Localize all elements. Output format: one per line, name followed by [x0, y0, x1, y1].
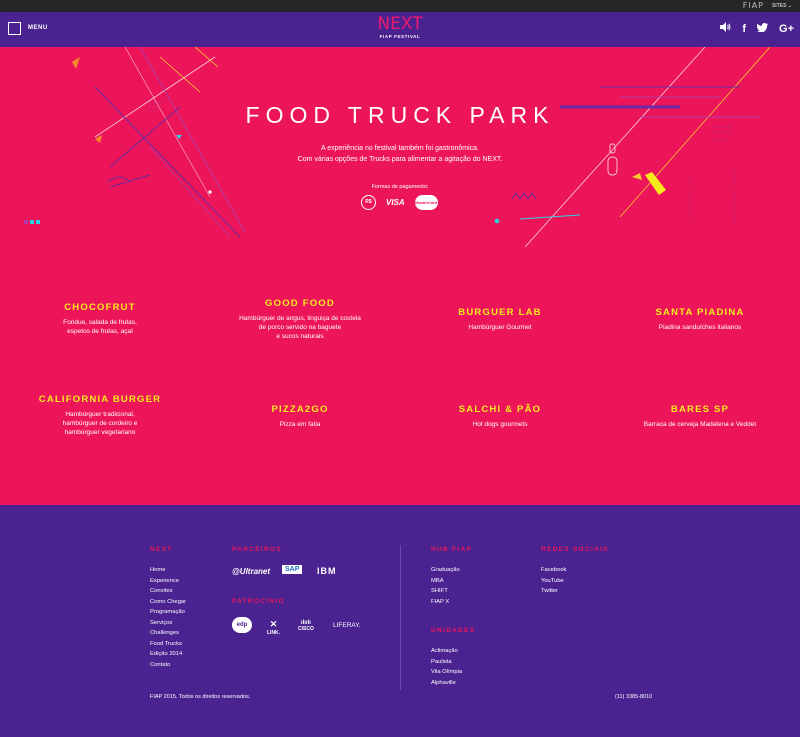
footer-next-links: Home Experience Convites Como Chegar Pro… — [150, 565, 186, 670]
footer-parceiros-heading: PARCEIROS — [232, 546, 282, 553]
payment-methods: R$ VISA MasterCard — [361, 195, 438, 210]
footer-hub-links: Graduação MBA SHIFT FIAP X — [431, 565, 460, 607]
truck-name: SALCHI & PÃO — [458, 404, 542, 415]
truck-description: Hambúrguer tradicional, hambúrguer de co… — [62, 411, 138, 436]
footer-link-como-chegar[interactable]: Como Chegar — [150, 597, 186, 608]
truck-description: Hambúrguer de angus, linguiça de costela… — [239, 315, 361, 340]
food-truck-hero: FOOD TRUCK PARK A experiência no festiva… — [0, 47, 800, 505]
liferay-logo[interactable]: LIFERAY. — [333, 622, 361, 629]
footer-link-food-trucks[interactable]: Food Trucks — [150, 639, 186, 650]
truck-card-burguer-lab: BURGUER LAB Hambúrguer Gourmet — [400, 307, 600, 332]
footer-link-graduacao[interactable]: Graduação — [431, 565, 460, 576]
footer-divider — [400, 545, 401, 690]
footer-link-shift[interactable]: SHIFT — [431, 586, 460, 597]
next-logo[interactable]: NEXT FIAP FESTIVAL — [372, 15, 428, 39]
page-title: FOOD TRUCK PARK — [245, 102, 555, 128]
truck-card-pizza2go: PIZZA2GO Pizza em fatia — [200, 404, 400, 429]
hero-description-line-1: A experiência no festival também foi gas… — [321, 145, 479, 152]
link-logo[interactable]: ✕ LINK. — [267, 619, 280, 636]
truck-name: SANTA PIADINA — [655, 307, 745, 318]
footer-link-contato[interactable]: Contato — [150, 660, 186, 671]
header-icons: f G+ — [720, 22, 794, 35]
truck-description: Barraca de cerveja Madalena e Veddet — [643, 421, 757, 428]
logo-sub: FIAP FESTIVAL — [379, 34, 421, 39]
sap-logo[interactable]: SAP — [282, 565, 303, 574]
link-logo-mark: ✕ — [269, 619, 278, 629]
truck-card-santa-piadina: SANTA PIADINA Piadina sanduíches italian… — [600, 307, 800, 332]
truck-name: CALIFORNIA BURGER — [38, 394, 162, 405]
truck-name: GOOD FOOD — [265, 298, 335, 309]
edp-logo[interactable]: edp — [232, 617, 252, 633]
truck-description: Pizza em fatia — [279, 421, 321, 428]
cisco-logo[interactable]: ılıılı CISCO — [298, 620, 314, 632]
truck-name: CHOCOFRUT — [64, 302, 136, 313]
truck-description: Hot dogs gourmets — [472, 421, 528, 428]
truck-card-chocofrut: CHOCOFRUT Fondue, salada de frutas, espe… — [0, 302, 200, 336]
truck-card-california-burger: CALIFORNIA BURGER Hambúrguer tradicional… — [0, 394, 200, 437]
google-plus-icon[interactable]: G+ — [779, 23, 794, 35]
footer-link-vila-olimpia[interactable]: Vila Olímpia — [431, 667, 462, 678]
truck-card-salchi-pao: SALCHI & PÃO Hot dogs gourmets — [400, 404, 600, 429]
footer-hub-heading: HUB FIAP — [431, 546, 473, 553]
hero-description-line-2: Com várias opções de Trucks para aliment… — [297, 156, 503, 163]
footer-unidades-heading: UNIDADES — [431, 627, 476, 634]
copyright: FIAP 2015. Todos os direitos reservados. — [150, 694, 251, 700]
mastercard-icon: MasterCard — [414, 195, 438, 210]
payment-label: Formas de pagamento: — [371, 184, 429, 190]
truck-name: PIZZA2GO — [271, 404, 329, 415]
footer-link-youtube[interactable]: YouTube — [541, 576, 566, 587]
visa-icon: VISA — [386, 198, 405, 207]
truck-description: Hambúrguer Gourmet — [468, 324, 532, 331]
ibm-logo[interactable]: IBM — [317, 566, 337, 576]
footer-next-heading: NEXT — [150, 546, 173, 553]
footer-link-servicos[interactable]: Serviços — [150, 618, 186, 629]
footer-unidades-links: Aclimação Paulista Vila Olímpia Alphavil… — [431, 646, 462, 688]
header: MENU NEXT FIAP FESTIVAL f G+ — [0, 12, 800, 47]
footer-link-fiap-x[interactable]: FIAP X — [431, 597, 460, 608]
footer: NEXT Home Experience Convites Como Chega… — [0, 505, 800, 737]
speaker-icon[interactable] — [720, 22, 731, 35]
menu-icon[interactable] — [8, 22, 21, 35]
truck-name: BURGUER LAB — [458, 307, 542, 318]
cisco-logo-text: CISCO — [298, 626, 314, 632]
truck-description: Fondue, salada de frutas, espetos de fru… — [63, 319, 137, 335]
footer-link-programacao[interactable]: Programação — [150, 607, 186, 618]
footer-link-mba[interactable]: MBA — [431, 576, 460, 587]
footer-link-aclimacao[interactable]: Aclimação — [431, 646, 462, 657]
facebook-icon[interactable]: f — [742, 23, 746, 35]
fiap-brand[interactable]: FIAP — [743, 1, 764, 10]
footer-patrocinio-heading: PATROCÍNIO — [232, 598, 285, 605]
logo-main: NEXT — [377, 14, 423, 34]
truck-description: Piadina sanduíches italianos — [658, 324, 742, 331]
truck-card-good-food: GOOD FOOD Hambúrguer de angus, linguiça … — [200, 298, 400, 341]
footer-link-twitter[interactable]: Twitter — [541, 586, 566, 597]
truck-name: BARES SP — [670, 404, 730, 415]
sites-dropdown[interactable]: SITES ⌄ — [772, 3, 792, 9]
menu-label[interactable]: MENU — [28, 25, 48, 31]
footer-link-edicao-2014[interactable]: Edição 2014 — [150, 649, 186, 660]
footer-redes-links: Facebook YouTube Twitter — [541, 565, 566, 597]
twitter-icon[interactable] — [756, 22, 769, 35]
footer-link-experience[interactable]: Experience — [150, 576, 186, 587]
footer-link-facebook[interactable]: Facebook — [541, 565, 566, 576]
footer-redes-heading: REDES SOCIAIS — [541, 546, 609, 553]
link-logo-text: LINK. — [267, 630, 281, 636]
footer-link-challenges[interactable]: Challenges — [150, 628, 186, 639]
ultranet-logo[interactable]: @Ultranet — [232, 567, 270, 576]
real-currency-icon: R$ — [361, 195, 376, 210]
footer-link-convites[interactable]: Convites — [150, 586, 186, 597]
footer-link-paulista[interactable]: Paulista — [431, 657, 462, 668]
truck-card-bares-sp: BARES SP Barraca de cerveja Madalena e V… — [600, 404, 800, 429]
phone-number: (11) 3385-8010 — [615, 694, 653, 700]
top-strip: FIAP SITES ⌄ — [0, 0, 800, 12]
footer-link-alphaville[interactable]: Alphaville — [431, 678, 462, 689]
hero-description: A experiência no festival também foi gas… — [0, 143, 800, 165]
footer-link-home[interactable]: Home — [150, 565, 186, 576]
